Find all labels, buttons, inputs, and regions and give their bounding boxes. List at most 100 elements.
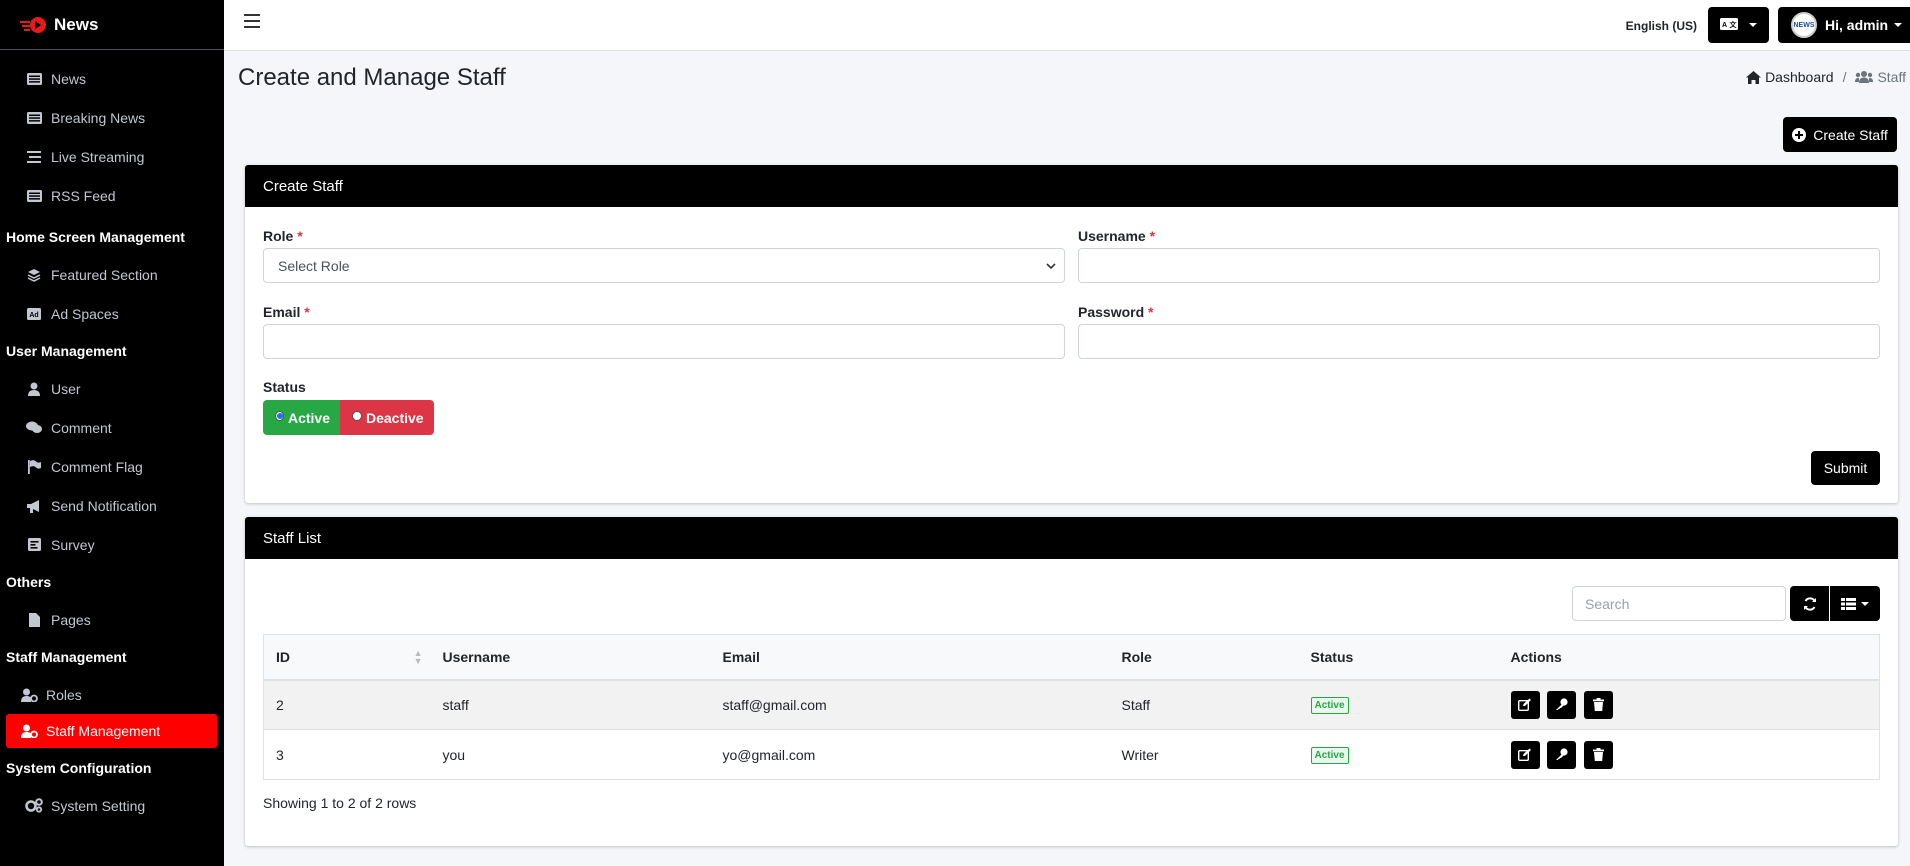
- column-header-username[interactable]: Username: [430, 634, 711, 681]
- sidebar-item-label: Featured Section: [51, 266, 158, 283]
- sidebar-item-label: Send Notification: [51, 497, 157, 514]
- users-icon: [1855, 71, 1874, 83]
- chevron-down-icon: [1894, 23, 1903, 27]
- table-row: 2 staff staff@gmail.com Staff Active: [263, 679, 1880, 730]
- sidebar-item-label: Comment: [51, 419, 112, 436]
- trash-icon: [1593, 748, 1605, 761]
- status-badge: Active: [1310, 697, 1349, 715]
- username-label: Username *: [1078, 228, 1156, 244]
- edit-icon: [1518, 698, 1531, 712]
- sidebar-header: Staff Management: [6, 649, 127, 665]
- list-icon: [25, 110, 43, 126]
- email-input[interactable]: [263, 324, 1065, 359]
- sidebar-item-live-streaming[interactable]: Live Streaming: [0, 137, 224, 176]
- status-badge: Active: [1310, 747, 1349, 764]
- password-label: Password *: [1078, 304, 1154, 320]
- breadcrumb-dashboard[interactable]: Dashboard: [1746, 69, 1834, 85]
- sidebar-item-user[interactable]: User: [0, 369, 224, 408]
- sidebar-item-rss-feed[interactable]: RSS Feed: [0, 176, 224, 215]
- cell-email: yo@gmail.com: [710, 729, 1110, 780]
- sort-icon: ▲ ▼: [413, 647, 423, 666]
- sidebar-header: System Configuration: [6, 760, 152, 776]
- sidebar-item-label: RSS Feed: [51, 187, 116, 204]
- edit-button[interactable]: [1510, 740, 1540, 769]
- sidebar-item-breaking-news[interactable]: Breaking News: [0, 98, 224, 137]
- svg-text:Ad: Ad: [29, 312, 38, 319]
- trash-icon: [1593, 698, 1605, 712]
- top-navbar: English (US) A文 NEWS Hi, admin: [224, 0, 1910, 51]
- cell-role: Staff: [1109, 679, 1299, 730]
- status-deactive-option[interactable]: Deactive: [340, 400, 434, 435]
- columns-toggle-button[interactable]: [1830, 586, 1880, 621]
- comments-icon: [25, 420, 43, 436]
- cell-username: you: [430, 729, 711, 780]
- sidebar: News News Breaking News Live Streaming R…: [0, 0, 224, 866]
- sidebar-item-label: User: [51, 380, 81, 397]
- sidebar-item-pages[interactable]: Pages: [0, 600, 224, 639]
- username-input[interactable]: [1078, 248, 1880, 283]
- sidebar-item-system-setting[interactable]: System Setting: [0, 786, 224, 825]
- delete-button[interactable]: [1584, 690, 1614, 719]
- cell-status: Active: [1298, 679, 1499, 730]
- user-menu-button[interactable]: NEWS Hi, admin: [1778, 7, 1910, 43]
- column-header-status[interactable]: Status: [1298, 634, 1499, 681]
- cell-actions: [1498, 729, 1880, 780]
- sidebar-header: Others: [6, 574, 52, 590]
- column-header-email[interactable]: Email: [710, 634, 1110, 681]
- sidebar-item-news[interactable]: News: [0, 59, 224, 98]
- role-select[interactable]: Select Role: [263, 248, 1065, 283]
- submit-button[interactable]: Submit: [1811, 451, 1880, 485]
- sidebar-item-label: Breaking News: [51, 109, 146, 126]
- sidebar-item-label: Pages: [51, 611, 91, 628]
- role-label: Role *: [263, 228, 303, 244]
- column-header-role[interactable]: Role: [1109, 634, 1299, 681]
- sidebar-item-survey[interactable]: Survey: [0, 525, 224, 564]
- menu-toggle-icon[interactable]: [244, 14, 260, 28]
- brand[interactable]: News: [0, 0, 224, 50]
- language-dropdown-button[interactable]: A文: [1708, 7, 1769, 43]
- sidebar-item-featured-section[interactable]: Featured Section: [0, 255, 224, 294]
- table-row: 3 you yo@gmail.com Writer Active: [263, 729, 1880, 780]
- breadcrumb-current-label: Staff: [1877, 69, 1906, 85]
- sidebar-item-staff-management[interactable]: Staff Management: [6, 714, 217, 748]
- reset-password-button[interactable]: [1547, 690, 1577, 719]
- user-greeting: Hi, admin: [1825, 17, 1889, 33]
- card-title: Create Staff: [245, 165, 1898, 207]
- radio-icon: [352, 410, 362, 421]
- create-staff-label: Create Staff: [1813, 126, 1888, 143]
- sidebar-item-label: Survey: [51, 536, 95, 553]
- cell-username: staff: [430, 679, 711, 730]
- password-input[interactable]: [1078, 324, 1880, 359]
- cell-id: 3: [263, 729, 431, 780]
- language-label[interactable]: English (US): [1626, 19, 1697, 33]
- avatar: NEWS: [1791, 12, 1817, 38]
- brand-name: News: [54, 14, 99, 34]
- reset-password-button[interactable]: [1547, 740, 1577, 769]
- sidebar-item-comment-flag[interactable]: Comment Flag: [0, 447, 224, 486]
- chevron-down-icon: [1861, 601, 1869, 606]
- stream-icon: [25, 149, 43, 165]
- column-header-actions: Actions: [1498, 634, 1880, 681]
- sidebar-item-label: Live Streaming: [51, 148, 145, 165]
- edit-button[interactable]: [1510, 690, 1540, 719]
- user-icon: [25, 381, 43, 397]
- translate-icon: A文: [1720, 17, 1738, 33]
- status-deactive-label: Deactive: [366, 409, 424, 426]
- refresh-button[interactable]: [1790, 586, 1829, 621]
- key-icon: [1556, 748, 1568, 760]
- sidebar-item-ad-spaces[interactable]: Ad Ad Spaces: [0, 294, 224, 333]
- status-active-option[interactable]: Active: [263, 400, 340, 435]
- sidebar-item-comment[interactable]: Comment: [0, 408, 224, 447]
- create-staff-button[interactable]: Create Staff: [1783, 117, 1897, 152]
- search-input[interactable]: [1572, 586, 1786, 621]
- delete-button[interactable]: [1584, 740, 1614, 769]
- sidebar-header: User Management: [6, 343, 127, 359]
- sidebar-item-send-notification[interactable]: Send Notification: [0, 486, 224, 525]
- page-title: Create and Manage Staff: [238, 64, 506, 91]
- column-header-id[interactable]: ID ▲ ▼: [263, 634, 431, 681]
- breadcrumb-current: Staff: [1855, 69, 1906, 85]
- sidebar-item-roles[interactable]: Roles: [0, 675, 224, 714]
- cell-email: staff@gmail.com: [710, 679, 1110, 730]
- card-title: Staff List: [245, 517, 1898, 559]
- sidebar-item-label: Staff Management: [46, 723, 161, 739]
